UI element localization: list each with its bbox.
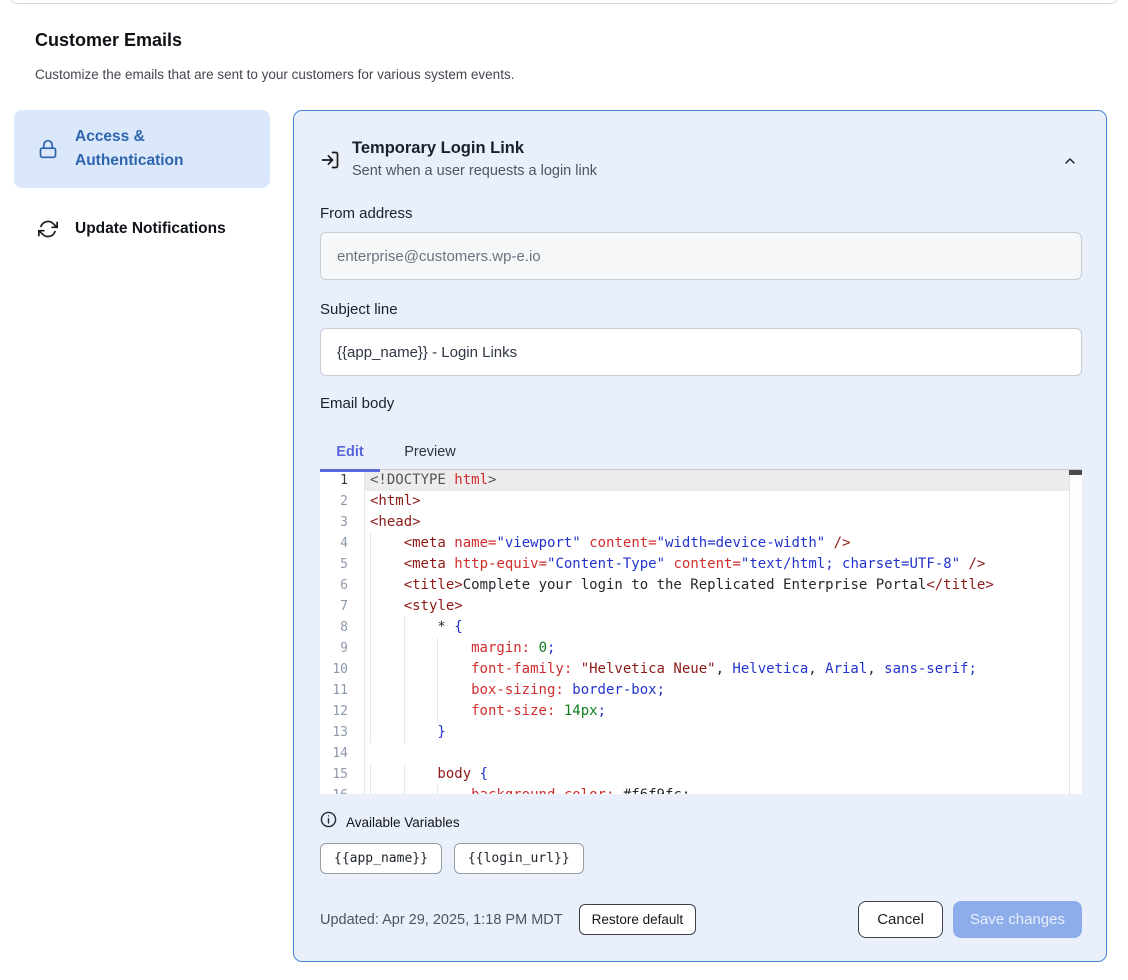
- subject-line-label: Subject line: [320, 301, 1082, 318]
- code-editor-lines: 1<!DOCTYPE html>2<html>3<head>4 <meta na…: [320, 470, 1082, 794]
- code-line[interactable]: 16 background-color: #f6f9fc;: [320, 785, 1082, 794]
- info-icon: [320, 811, 337, 833]
- code-line[interactable]: 6 <title>Complete your login to the Repl…: [320, 575, 1082, 596]
- panel-footer: Updated: Apr 29, 2025, 1:18 PM MDT Resto…: [320, 901, 1082, 938]
- code-line[interactable]: 13 }: [320, 722, 1082, 743]
- chevron-up-icon: [1062, 157, 1078, 172]
- code-line[interactable]: 15 body {: [320, 764, 1082, 785]
- code-line[interactable]: 7 <style>: [320, 596, 1082, 617]
- variable-chip[interactable]: {{login_url}}: [454, 843, 584, 874]
- cancel-button[interactable]: Cancel: [858, 901, 943, 938]
- subject-line-input[interactable]: [320, 328, 1082, 376]
- panel-header: Temporary Login Link Sent when a user re…: [320, 139, 1082, 179]
- email-body-label: Email body: [320, 395, 1082, 412]
- code-line[interactable]: 1<!DOCTYPE html>: [320, 470, 1082, 491]
- line-number: 6: [320, 575, 364, 596]
- panel-title: Temporary Login Link: [352, 139, 1058, 158]
- line-number: 4: [320, 533, 364, 554]
- code-line[interactable]: 9 margin: 0;: [320, 638, 1082, 659]
- variable-chip[interactable]: {{app_name}}: [320, 843, 442, 874]
- line-number: 7: [320, 596, 364, 617]
- line-number: 13: [320, 722, 364, 743]
- variable-chips: {{app_name}} {{login_url}}: [320, 843, 1082, 874]
- available-variables-header: Available Variables: [320, 811, 1082, 833]
- collapse-button[interactable]: [1058, 149, 1082, 176]
- email-settings-panel: Temporary Login Link Sent when a user re…: [293, 110, 1107, 962]
- line-number: 15: [320, 764, 364, 785]
- line-number: 12: [320, 701, 364, 722]
- editor-scrollbar-track[interactable]: [1069, 470, 1082, 794]
- line-number: 1: [320, 470, 364, 491]
- code-line[interactable]: 3<head>: [320, 512, 1082, 533]
- from-address-label: From address: [320, 205, 1082, 222]
- from-address-input[interactable]: [320, 232, 1082, 280]
- code-line[interactable]: 4 <meta name="viewport" content="width=d…: [320, 533, 1082, 554]
- tab-preview[interactable]: Preview: [380, 435, 480, 469]
- email-types-sidebar: Access & Authentication Update Notificati…: [14, 110, 270, 253]
- code-line[interactable]: 5 <meta http-equiv="Content-Type" conten…: [320, 554, 1082, 575]
- line-number: 9: [320, 638, 364, 659]
- panel-header-text: Temporary Login Link Sent when a user re…: [352, 139, 1058, 179]
- gutter-divider: [364, 470, 365, 794]
- updated-timestamp: Updated: Apr 29, 2025, 1:18 PM MDT: [320, 912, 563, 928]
- footer-actions: Cancel Save changes: [858, 901, 1082, 938]
- page-subtitle: Customize the emails that are sent to yo…: [35, 67, 514, 82]
- code-line[interactable]: 11 box-sizing: border-box;: [320, 680, 1082, 701]
- line-number: 3: [320, 512, 364, 533]
- sidebar-item-access-authentication[interactable]: Access & Authentication: [14, 110, 270, 188]
- code-line[interactable]: 14: [320, 743, 1082, 764]
- previous-card-bottom-edge: [10, 0, 1118, 4]
- lock-icon: [38, 139, 58, 159]
- panel-subtitle: Sent when a user requests a login link: [352, 163, 1058, 179]
- editor-scrollbar-thumb[interactable]: [1069, 470, 1082, 475]
- available-variables-label: Available Variables: [346, 815, 460, 830]
- line-number: 2: [320, 491, 364, 512]
- editor-tabs: EditPreview: [320, 435, 1082, 469]
- login-icon: [320, 150, 340, 175]
- line-number: 11: [320, 680, 364, 701]
- line-number: 8: [320, 617, 364, 638]
- sidebar-item-label: Access & Authentication: [75, 125, 205, 173]
- tab-edit[interactable]: Edit: [320, 435, 380, 469]
- save-changes-button[interactable]: Save changes: [953, 901, 1082, 938]
- code-line[interactable]: 8 * {: [320, 617, 1082, 638]
- line-number: 16: [320, 785, 364, 794]
- code-line[interactable]: 10 font-family: "Helvetica Neue", Helvet…: [320, 659, 1082, 680]
- code-line[interactable]: 2<html>: [320, 491, 1082, 512]
- refresh-icon: [38, 219, 58, 239]
- sidebar-item-update-notifications[interactable]: Update Notifications: [14, 205, 270, 253]
- code-editor[interactable]: 1<!DOCTYPE html>2<html>3<head>4 <meta na…: [320, 469, 1082, 794]
- line-number: 5: [320, 554, 364, 575]
- line-number: 14: [320, 743, 364, 764]
- line-number: 10: [320, 659, 364, 680]
- code-line[interactable]: 12 font-size: 14px;: [320, 701, 1082, 722]
- page-title: Customer Emails: [35, 30, 182, 51]
- restore-default-button[interactable]: Restore default: [579, 904, 697, 935]
- sidebar-item-label: Update Notifications: [75, 217, 226, 241]
